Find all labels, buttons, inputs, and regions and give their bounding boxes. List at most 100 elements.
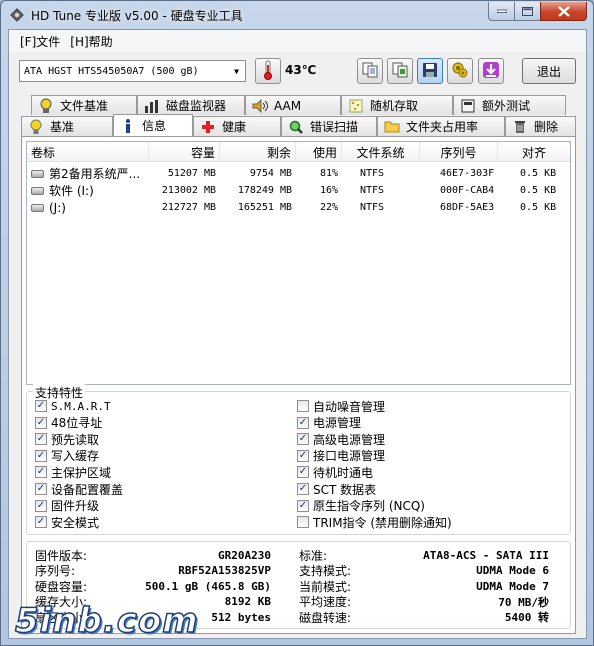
tab-error-scan[interactable]: 错误扫描 xyxy=(281,116,377,136)
feature-checkbox[interactable]: ✓ xyxy=(35,483,47,495)
thermometer-icon xyxy=(263,60,273,83)
feature-checkbox[interactable] xyxy=(297,400,309,412)
feature-checkbox[interactable]: ✓ xyxy=(35,416,47,429)
partition-label: 第2备用系统严... xyxy=(49,167,141,181)
chevron-down-icon[interactable]: ▼ xyxy=(228,61,245,81)
toolbar: ATA HGST HTS545050A7 (500 gB) ▼ 43℃ 退出 xyxy=(9,52,586,94)
partition-filesystem: NTFS xyxy=(360,185,385,196)
exit-button[interactable]: 退出 xyxy=(522,58,576,84)
partition-label: 软件 (I:) xyxy=(49,184,94,198)
close-button[interactable] xyxy=(540,2,587,21)
tab-health[interactable]: 健康 xyxy=(193,116,281,136)
feature-right-4[interactable]: ✓ 待机时通电 xyxy=(297,464,373,480)
feature-left-3[interactable]: ✓ 写入缓存 xyxy=(35,448,99,464)
info-value-right-1: UDMA Mode 6 xyxy=(476,564,549,578)
feature-label: 自动噪音管理 xyxy=(313,399,386,414)
partition-row[interactable]: (J:) 212727 MB 165251 MB 22% NTFS 68DF-5… xyxy=(27,199,570,216)
info-value-right-4: 5400 转 xyxy=(504,611,549,625)
temperature-button[interactable] xyxy=(255,58,281,84)
lightbulb-icon xyxy=(28,119,44,135)
feature-left-1[interactable]: ✓ 48位寻址 xyxy=(35,415,102,431)
options-button[interactable] xyxy=(447,58,473,84)
tab-disk-monitor[interactable]: 磁盘监视器 xyxy=(137,95,245,115)
maximize-button[interactable] xyxy=(514,2,541,21)
column-header-serial[interactable]: 序列号 xyxy=(420,142,498,162)
feature-checkbox[interactable] xyxy=(297,516,309,529)
feature-label: 预先读取 xyxy=(51,432,100,447)
download-button[interactable] xyxy=(478,58,504,84)
feature-right-0[interactable]: 自动噪音管理 xyxy=(297,398,385,414)
partition-free: 9754 MB xyxy=(249,168,292,179)
feature-checkbox[interactable]: ✓ xyxy=(35,466,47,479)
copy-screenshot-button[interactable] xyxy=(387,58,413,84)
column-header-usage[interactable]: 使用 xyxy=(296,142,342,162)
feature-left-4[interactable]: ✓ 主保护区域 xyxy=(35,464,111,480)
info-value-left-0: GR20A230 xyxy=(218,548,271,562)
drive-icon xyxy=(31,186,44,195)
feature-right-6[interactable]: ✓ 原生指令序列 (NCQ) xyxy=(297,498,425,514)
column-header-label[interactable]: 卷标 xyxy=(27,142,149,162)
extra-tests-icon xyxy=(460,98,476,114)
watermark-logo: 5inb.com xyxy=(14,600,199,642)
column-header-filesystem[interactable]: 文件系统 xyxy=(342,142,420,162)
feature-checkbox[interactable]: ✓ xyxy=(297,466,309,479)
info-value-left-2: 500.1 gB (465.8 GB) xyxy=(145,579,271,593)
feature-checkbox[interactable]: ✓ xyxy=(297,433,309,446)
menu-file[interactable]: [F]文件 xyxy=(15,33,65,50)
column-header-alignment[interactable]: 对齐 xyxy=(498,142,570,162)
feature-right-1[interactable]: ✓ 电源管理 xyxy=(297,415,361,431)
feature-checkbox[interactable]: ✓ xyxy=(35,400,47,412)
feature-right-5[interactable]: ✓ SCT 数据表 xyxy=(297,481,376,497)
partition-row[interactable]: 软件 (I:) 213002 MB 178249 MB 16% NTFS 000… xyxy=(27,182,570,199)
tab-benchmark[interactable]: 基准 xyxy=(21,116,113,136)
tab-info[interactable]: 信息 xyxy=(113,114,193,136)
feature-checkbox[interactable]: ✓ xyxy=(35,499,47,512)
feature-right-3[interactable]: ✓ 接口电源管理 xyxy=(297,448,385,464)
partition-list-header: 卷标 容量 剩余 使用 文件系统 序列号 对齐 xyxy=(27,142,570,162)
tab-random-access[interactable]: 随机存取 xyxy=(341,95,453,115)
info-label-right-2: 当前模式: xyxy=(299,579,352,594)
minimize-button[interactable] xyxy=(488,2,515,21)
feature-left-5[interactable]: ✓ 设备配置覆盖 xyxy=(35,481,123,497)
feature-right-2[interactable]: ✓ 高级电源管理 xyxy=(297,431,385,447)
feature-label: 高级电源管理 xyxy=(313,432,386,447)
menu-bar: [F]文件 [H]帮助 xyxy=(9,30,586,52)
info-label-left-1: 序列号: xyxy=(35,564,76,579)
partition-list[interactable]: 卷标 容量 剩余 使用 文件系统 序列号 对齐 第2备用系统严... 51207… xyxy=(26,141,571,385)
menu-help[interactable]: [H]帮助 xyxy=(65,33,117,50)
feature-checkbox[interactable]: ✓ xyxy=(297,499,309,512)
feature-left-0[interactable]: ✓ S.M.A.R.T xyxy=(35,398,111,414)
drive-icon xyxy=(31,169,44,178)
feature-checkbox[interactable]: ✓ xyxy=(297,449,309,462)
feature-label: 电源管理 xyxy=(313,416,362,431)
feature-left-6[interactable]: ✓ 固件升级 xyxy=(35,498,99,514)
partition-row[interactable]: 第2备用系统严... 51207 MB 9754 MB 81% NTFS 46E… xyxy=(27,165,570,182)
tab-erase[interactable]: 删除 xyxy=(505,116,576,136)
feature-checkbox[interactable]: ✓ xyxy=(35,433,47,446)
tab-file-benchmark[interactable]: 文件基准 xyxy=(31,95,137,115)
info-value-right-2: UDMA Mode 7 xyxy=(476,579,549,593)
partition-capacity: 213002 MB xyxy=(161,185,216,196)
feature-left-2[interactable]: ✓ 预先读取 xyxy=(35,431,99,447)
partition-capacity: 212727 MB xyxy=(161,202,216,213)
drive-select[interactable]: ATA HGST HTS545050A7 (500 gB) ▼ xyxy=(19,60,246,82)
feature-right-7[interactable]: TRIM指令 (禁用删除通知) xyxy=(297,514,452,530)
column-header-capacity[interactable]: 容量 xyxy=(149,142,220,162)
tab-folder-usage[interactable]: 文件夹占用率 xyxy=(377,116,505,136)
feature-checkbox[interactable]: ✓ xyxy=(35,449,47,462)
feature-label: 48位寻址 xyxy=(51,416,103,431)
feature-left-7[interactable]: ✓ 安全模式 xyxy=(35,514,99,530)
tab-extra-tests[interactable]: 额外测试 xyxy=(453,95,566,115)
copy-text-button[interactable] xyxy=(357,58,383,84)
feature-checkbox[interactable]: ✓ xyxy=(297,416,309,429)
tab-aam[interactable]: AAM xyxy=(245,95,341,115)
info-value-right-3: 70 MB/秒 xyxy=(498,595,549,609)
feature-checkbox[interactable]: ✓ xyxy=(35,516,47,529)
download-icon xyxy=(482,61,500,82)
title-bar[interactable]: HD Tune 专业版 v5.00 - 硬盘专业工具 xyxy=(1,1,593,29)
column-header-free[interactable]: 剩余 xyxy=(220,142,296,162)
info-label-right-0: 标准: xyxy=(299,548,328,563)
feature-checkbox[interactable]: ✓ xyxy=(297,483,309,495)
save-button[interactable] xyxy=(417,58,443,84)
partition-capacity: 51207 MB xyxy=(167,168,216,179)
